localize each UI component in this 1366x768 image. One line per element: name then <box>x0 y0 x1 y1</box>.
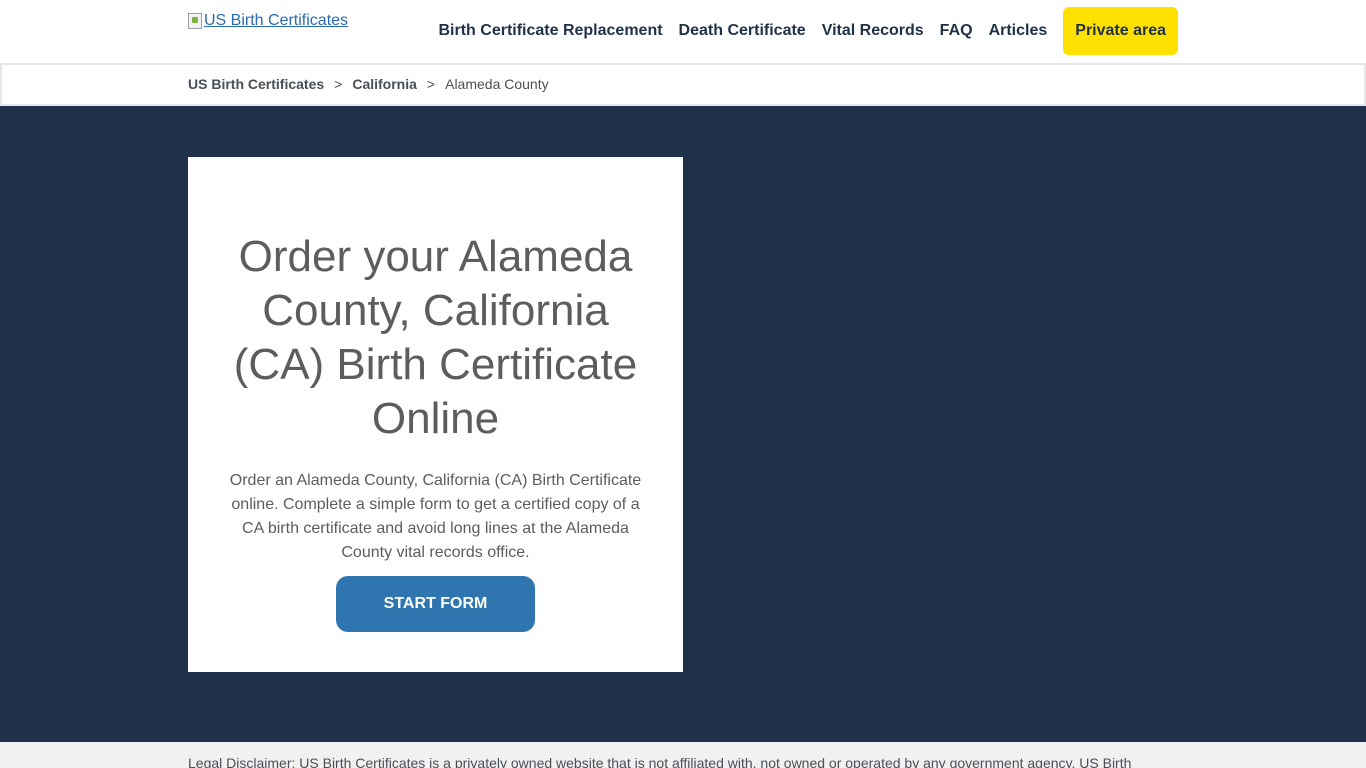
legal-disclaimer-bar: Legal Disclaimer: US Birth Certificates … <box>0 742 1366 768</box>
breadcrumb-separator: > <box>426 76 436 92</box>
hero-section: Order your Alameda County, California (C… <box>0 106 1366 742</box>
breadcrumb-state-link[interactable]: California <box>352 76 417 92</box>
nav-birth-certificate-replacement[interactable]: Birth Certificate Replacement <box>430 22 670 40</box>
hero-description: Order an Alameda County, California (CA)… <box>229 472 642 561</box>
broken-image-icon <box>188 13 202 29</box>
site-logo-link[interactable]: US Birth Certificates <box>188 12 348 30</box>
nav-faq[interactable]: FAQ <box>932 22 981 40</box>
logo-alt-text: US Birth Certificates <box>204 12 349 29</box>
main-nav: Birth Certificate Replacement Death Cert… <box>430 7 1178 55</box>
start-form-button[interactable]: START FORM <box>336 576 535 632</box>
breadcrumb: US Birth Certificates > California > Ala… <box>188 76 549 92</box>
order-card: Order your Alameda County, California (C… <box>188 157 683 672</box>
breadcrumb-bar: US Birth Certificates > California > Ala… <box>0 63 1366 106</box>
legal-disclaimer: Legal Disclaimer: US Birth Certificates … <box>188 755 1132 768</box>
breadcrumb-home-link[interactable]: US Birth Certificates <box>188 76 324 92</box>
breadcrumb-current: Alameda County <box>445 76 549 92</box>
breadcrumb-separator: > <box>334 76 343 92</box>
site-header: US Birth Certificates Birth Certificate … <box>0 0 1366 63</box>
nav-death-certificate[interactable]: Death Certificate <box>671 22 814 40</box>
page-title: Order your Alameda County, California (C… <box>233 232 638 443</box>
nav-vital-records[interactable]: Vital Records <box>814 22 932 40</box>
private-area-button[interactable]: Private area <box>1063 7 1178 55</box>
nav-articles[interactable]: Articles <box>981 22 1056 40</box>
